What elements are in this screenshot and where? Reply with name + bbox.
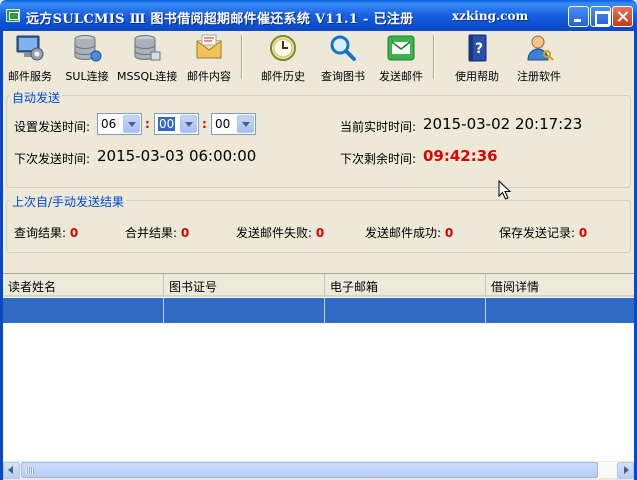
cell-divider [485,298,486,323]
toolbar-label: 查询图书 [321,70,365,83]
toolbar-label: 发送邮件 [379,70,423,83]
send-success-label: 发送邮件成功: [365,226,442,240]
remaining-value: 09:42:36 [423,147,498,165]
cell-divider [324,298,325,323]
send-success-value: 0 [444,226,454,240]
toolbar-label: 使用帮助 [455,70,499,83]
current-time-value: 2015-03-02 20:17:23 [423,115,583,133]
gear-monitor-icon [16,35,44,61]
minute-value: 00 [158,117,176,131]
database-icon [134,35,161,61]
send-failed-value: 0 [315,226,325,240]
magnifier-icon [330,35,356,61]
window-title: 远方SULCMIS Ⅲ 图书借阅超期邮件催还系统 V11.1 - 已注册 [26,12,414,27]
chevron-down-icon[interactable] [180,115,197,133]
column-header[interactable]: 借阅详情 [486,274,634,295]
app-icon[interactable] [6,9,20,22]
second-select[interactable]: 00 [211,113,256,135]
send-success-result: 发送邮件成功: 0 [365,224,453,241]
query-result-label: 查询结果: [14,226,67,240]
merge-result-value: 0 [180,226,190,240]
merge-result-label: 合并结果: [125,226,178,240]
toolbar-label: SUL连接 [65,70,109,83]
register-button[interactable]: 注册软件 [509,33,569,83]
table-header: 读者姓名 图书证号 电子邮箱 借阅详情 [3,274,634,297]
second-value: 00 [215,117,231,131]
horizontal-scrollbar[interactable] [3,461,634,479]
toolbar-label: MSSQL连接 [117,70,178,83]
mssql-connect-button[interactable]: MSSQL连接 [117,33,177,83]
title-bar[interactable]: 远方SULCMIS Ⅲ 图书借阅超期邮件催还系统 V11.1 - 已注册 xzk… [0,0,637,31]
minimize-button[interactable] [568,6,589,27]
mail-content-button[interactable]: 邮件内容 [181,33,237,83]
next-send-label: 下次发送时间: [14,152,91,166]
chevron-down-icon[interactable] [123,115,140,133]
clock-icon [270,35,296,61]
toolbar-separator [241,35,243,79]
toolbar-separator [433,35,435,79]
time-colon: : [145,117,150,131]
user-key-icon [527,35,554,61]
chevron-down-icon[interactable] [237,115,254,133]
site-label: xzking.com [452,9,529,23]
mail-service-button[interactable]: 邮件服务 [3,33,57,83]
table-row[interactable] [3,298,634,323]
send-failed-label: 发送邮件失败: [236,226,313,240]
database-icon [74,35,102,62]
hour-select[interactable]: 06 [97,113,142,135]
close-button[interactable] [612,6,633,27]
help-button[interactable]: ? 使用帮助 [449,33,505,83]
hour-value: 06 [101,117,117,131]
save-record-value: 0 [578,226,588,240]
query-result: 查询结果: 0 [14,224,78,241]
minute-select[interactable]: 00 [154,113,199,135]
toolbar-label: 邮件服务 [8,70,52,83]
save-record-result: 保存发送记录: 0 [499,224,587,241]
current-time-label: 当前实时时间: [340,120,417,134]
query-result-value: 0 [69,226,79,240]
send-mail-icon [387,35,415,61]
column-header[interactable]: 电子邮箱 [325,274,486,295]
next-send-value: 2015-03-03 06:00:00 [97,147,257,165]
set-time-label: 设置发送时间: [14,120,91,134]
send-failed-result: 发送邮件失败: 0 [236,224,324,241]
result-table[interactable]: 读者姓名 图书证号 电子邮箱 借阅详情 [3,273,634,461]
scroll-left-button[interactable] [3,462,20,479]
mouse-cursor-icon [498,180,512,200]
auto-send-group [6,95,631,188]
auto-send-title: 自动发送 [10,89,63,106]
toolbar: 邮件服务 SUL连接 MSSQL连接 邮件内容 邮件历史 查询图书 发送邮件 ?… [3,31,634,84]
merge-result: 合并结果: 0 [125,224,189,241]
time-colon: : [202,117,207,131]
svg-text:?: ? [475,41,483,57]
column-header[interactable]: 图书证号 [164,274,325,295]
help-book-icon: ? [468,34,487,62]
column-header[interactable]: 读者姓名 [3,274,164,295]
send-mail-button[interactable]: 发送邮件 [373,33,429,83]
toolbar-label: 邮件内容 [187,70,231,83]
envelope-icon [196,34,222,59]
scroll-thumb[interactable] [21,462,598,478]
results-title: 上次自/手动发送结果 [10,193,127,210]
maximize-button[interactable] [590,6,611,27]
query-books-button[interactable]: 查询图书 [315,33,371,83]
save-record-label: 保存发送记录: [499,226,576,240]
toolbar-label: 邮件历史 [261,70,305,83]
cell-divider [163,298,164,323]
scroll-right-button[interactable] [617,462,634,479]
mail-history-button[interactable]: 邮件历史 [255,33,311,83]
sul-connect-button[interactable]: SUL连接 [59,33,115,83]
remaining-label: 下次剩余时间: [340,152,417,166]
toolbar-label: 注册软件 [517,70,561,83]
